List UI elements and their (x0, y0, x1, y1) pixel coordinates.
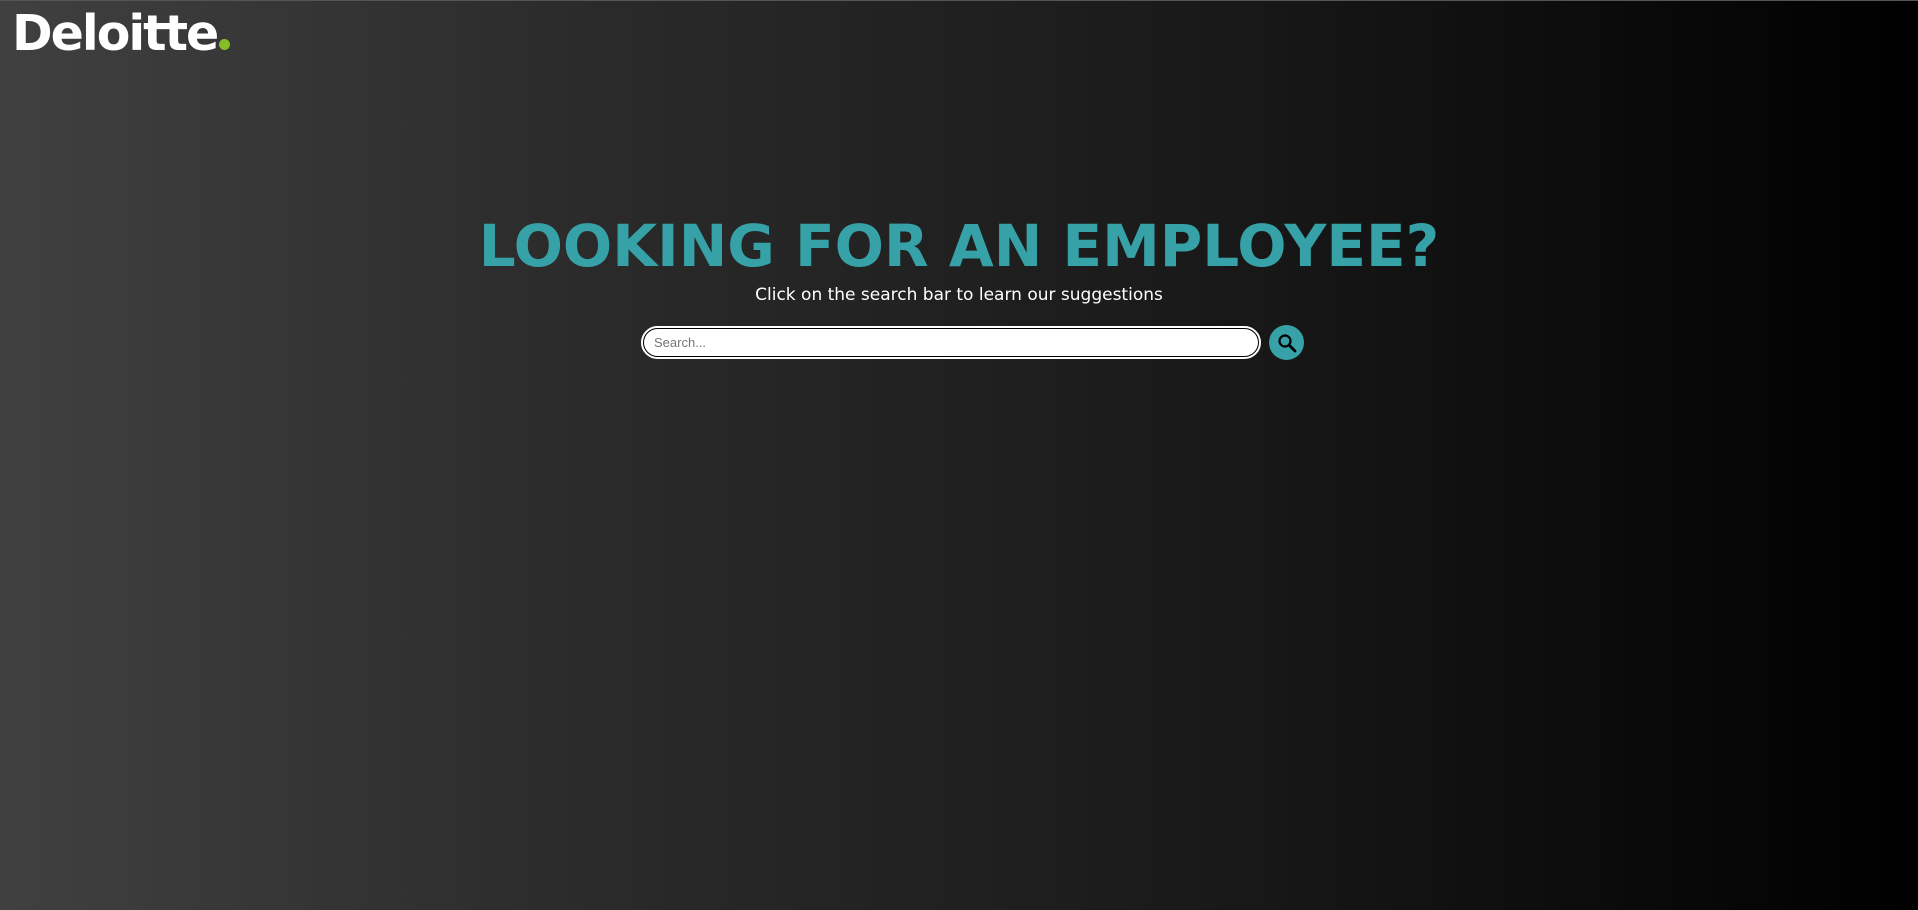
hero-section: LOOKING FOR AN EMPLOYEE? Click on the se… (0, 208, 1918, 306)
page-title: LOOKING FOR AN EMPLOYEE? (478, 212, 1440, 280)
top-border (0, 0, 1918, 1)
logo-text: Deloitte (12, 5, 219, 62)
search-icon (1277, 333, 1296, 352)
search-button[interactable] (1269, 325, 1304, 360)
search-input[interactable] (644, 329, 1258, 356)
page-subtitle: Click on the search bar to learn our sug… (755, 285, 1163, 305)
logo-dot (219, 39, 231, 50)
deloitte-logo[interactable]: Deloitte (12, 4, 231, 64)
search-input-wrapper (641, 326, 1261, 359)
search-bar (641, 325, 1304, 360)
